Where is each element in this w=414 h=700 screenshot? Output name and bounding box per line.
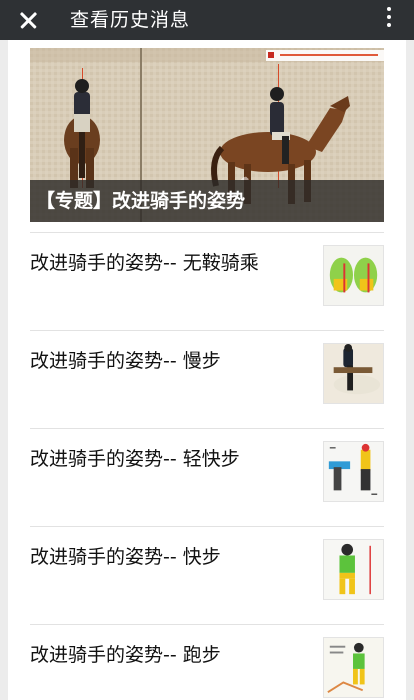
article-thumbnail xyxy=(323,441,384,502)
history-message-panel: ☁ 【专题】改进骑手的姿势 改进骑手的姿势-- 无鞍骑乘 改进骑手的姿势-- 慢… xyxy=(8,40,406,700)
more-vertical-icon xyxy=(387,7,391,11)
featured-article-card[interactable]: ☁ 【专题】改进骑手的姿势 xyxy=(30,48,384,222)
article-title: 改进骑手的姿势-- 快步 xyxy=(30,546,221,568)
article-title: 改进骑手的姿势-- 无鞍骑乘 xyxy=(30,252,259,274)
article-title: 改进骑手的姿势-- 轻快步 xyxy=(30,448,240,470)
more-options-button[interactable] xyxy=(384,7,394,33)
article-list-item[interactable]: 改进骑手的姿势-- 无鞍骑乘 xyxy=(30,232,384,330)
article-title: 改进骑手的姿势-- 慢步 xyxy=(30,350,221,372)
article-thumbnail xyxy=(323,539,384,600)
article-thumbnail xyxy=(323,343,384,404)
article-title: 改进骑手的姿势-- 跑步 xyxy=(30,644,221,666)
featured-article-title: 【专题】改进骑手的姿势 xyxy=(30,180,384,222)
page-title: 查看历史消息 xyxy=(70,9,191,31)
article-thumbnail xyxy=(323,637,384,698)
article-list-item[interactable]: 改进骑手的姿势-- 慢步 xyxy=(30,330,384,428)
close-button[interactable] xyxy=(10,4,46,36)
article-list-item[interactable]: 改进骑手的姿势-- 快步 xyxy=(30,526,384,624)
article-thumbnail xyxy=(323,245,384,306)
article-list-item[interactable]: 改进骑手的姿势-- 跑步 xyxy=(30,624,384,700)
article-list-item[interactable]: 改进骑手的姿势-- 轻快步 xyxy=(30,428,384,526)
top-bar: 查看历史消息 xyxy=(0,0,414,40)
